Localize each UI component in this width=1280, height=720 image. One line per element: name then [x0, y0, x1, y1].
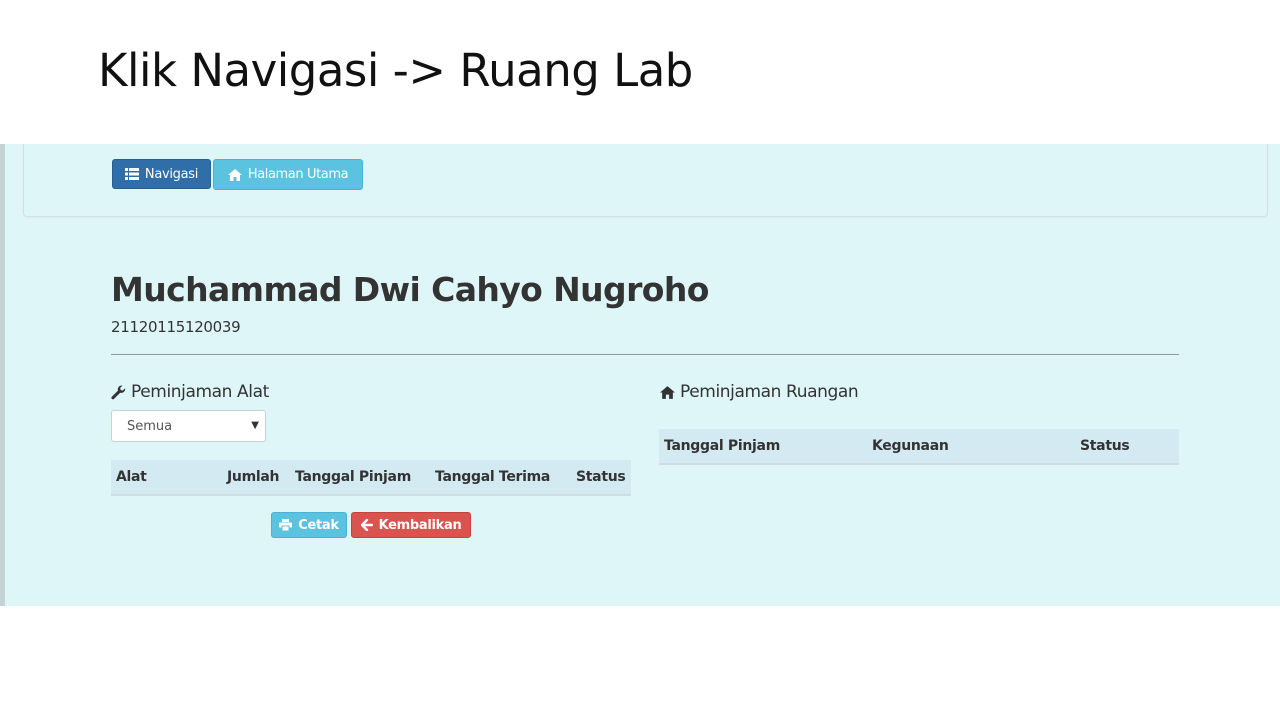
halaman-utama-button[interactable]: Halaman Utama — [213, 159, 363, 190]
alat-table-header: Alat Jumlah Tanggal Pinjam Tanggal Terim… — [111, 460, 631, 496]
kembalikan-label: Kembalikan — [378, 517, 462, 533]
student-nim: 21120115120039 — [111, 318, 241, 336]
caret-down-icon: ▼ — [251, 420, 259, 431]
column-header: Tanggal Pinjam — [295, 469, 411, 485]
wrench-icon — [111, 385, 126, 400]
column-header: Status — [576, 469, 626, 485]
peminjaman-alat-title: Peminjaman Alat — [131, 382, 269, 402]
peminjaman-ruangan-heading: Peminjaman Ruangan — [660, 382, 859, 402]
status-filter-value: Semua — [127, 418, 173, 434]
navigasi-label: Navigasi — [144, 166, 199, 182]
arrow-left-icon — [360, 519, 373, 531]
home-icon — [660, 385, 675, 399]
column-header: Status — [1080, 438, 1130, 454]
peminjaman-alat-heading: Peminjaman Alat — [111, 382, 269, 402]
student-name: Muchammad Dwi Cahyo Nugroho — [111, 270, 709, 309]
navbar: Navigasi Halaman Utama — [23, 144, 1268, 217]
app-screenshot: Navigasi Halaman Utama Muchammad Dwi Cah… — [0, 144, 1280, 606]
column-header: Jumlah — [227, 469, 280, 485]
column-header: Kegunaan — [872, 438, 949, 454]
slide-title: Klik Navigasi -> Ruang Lab — [98, 44, 693, 97]
status-filter-select[interactable]: Semua ▼ — [111, 410, 266, 442]
halaman-utama-label: Halaman Utama — [247, 167, 349, 182]
list-icon — [124, 168, 139, 180]
print-icon — [279, 519, 293, 531]
kembalikan-button[interactable]: Kembalikan — [351, 512, 471, 538]
cetak-label: Cetak — [298, 517, 339, 533]
column-header: Tanggal Terima — [435, 469, 551, 485]
cetak-button[interactable]: Cetak — [271, 512, 347, 538]
peminjaman-ruangan-title: Peminjaman Ruangan — [680, 382, 859, 402]
column-header: Tanggal Pinjam — [664, 438, 780, 454]
home-icon — [227, 168, 242, 181]
ruangan-table-header: Tanggal Pinjam Kegunaan Status — [659, 429, 1179, 465]
divider — [111, 354, 1179, 355]
navigasi-button[interactable]: Navigasi — [112, 159, 211, 189]
column-header: Alat — [116, 469, 147, 485]
